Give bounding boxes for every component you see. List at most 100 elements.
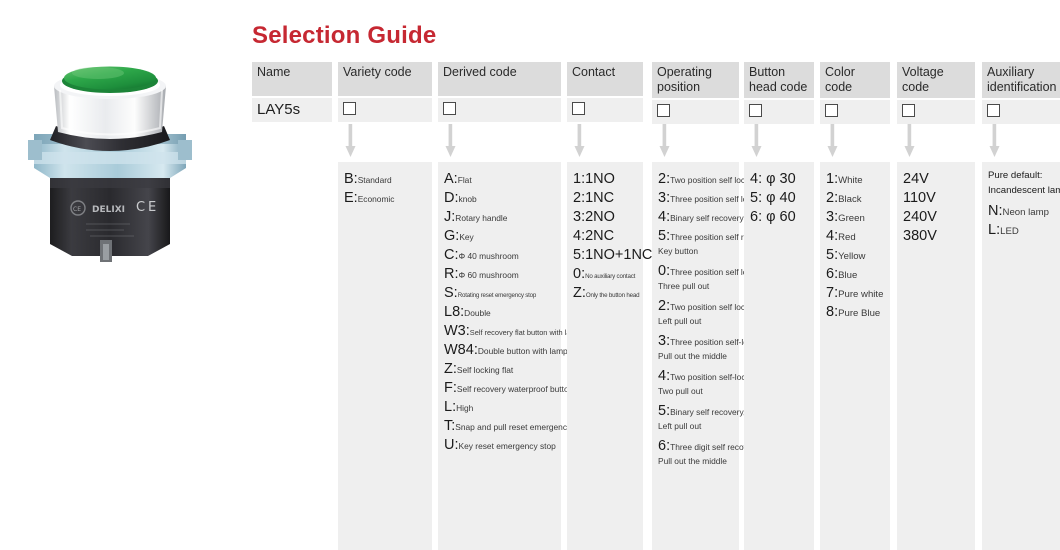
entry-contact-6: Z:Only the button head bbox=[573, 284, 640, 302]
entry-voltage_code-3: 380V bbox=[903, 227, 970, 245]
entry-code: 4: φ 30 bbox=[750, 171, 796, 187]
entry-code: 4:2NC bbox=[573, 228, 615, 244]
entry-contact-2: 3:2NO bbox=[573, 208, 638, 226]
entry-code: 2 bbox=[826, 190, 835, 206]
entry-code: 240V bbox=[903, 209, 937, 225]
entry-derived_code-12: L:High bbox=[444, 398, 556, 416]
selection-guide-table: Name LAY5s Variety code B:Standard E:Economi… bbox=[252, 62, 1060, 550]
column-button_head_code: Button head code 4: φ 30 5: φ 40 6: φ 60 bbox=[744, 62, 814, 550]
column-variety_code: Variety code B:Standard E:Economic bbox=[338, 62, 432, 550]
entry-operating_position-1: 3:Three position self lock bbox=[658, 189, 756, 207]
entry-code: 110V bbox=[903, 190, 936, 206]
entry-code: 4 bbox=[658, 368, 667, 384]
column-color_code: Color code 1:White 2:Black 3:Green 4:Red 5:Ye… bbox=[820, 62, 890, 550]
entry-auxiliary_identification-3: L:LED bbox=[988, 221, 1055, 239]
checkbox-cell-auxiliary_identification[interactable] bbox=[982, 100, 1060, 124]
entry-description: Double button with lamp bbox=[477, 346, 568, 356]
entry-derived_code-0: A:Flat bbox=[444, 170, 556, 188]
svg-text:C: C bbox=[136, 200, 145, 215]
checkbox-auxiliary_identification[interactable] bbox=[987, 104, 1000, 117]
entry-button_head_code-1: 5: φ 40 bbox=[750, 189, 809, 207]
entry-color_code-7: 8:Pure Blue bbox=[826, 303, 885, 321]
entry-description: White bbox=[838, 175, 863, 186]
entry-code: 380V bbox=[903, 228, 937, 244]
entry-auxiliary_identification-2: N:Neon lamp bbox=[988, 202, 1055, 220]
entry-description: Three position self lock bbox=[670, 267, 756, 277]
entry-operating_position-16: Pull out the middle bbox=[658, 456, 727, 466]
column-body-derived_code: A:Flat D:knob J:Rotary handle G:Key C:Φ 40 m… bbox=[438, 162, 589, 550]
entry-derived_code-5: R:Φ 60 mushroom bbox=[444, 265, 556, 283]
entry-code: 4 bbox=[658, 209, 667, 225]
column-header-button_head_code: Button head code bbox=[744, 62, 814, 98]
checkbox-cell-voltage_code[interactable] bbox=[897, 100, 975, 124]
entry-button_head_code-2: 6: φ 60 bbox=[750, 208, 809, 226]
entry-code: Z bbox=[573, 285, 582, 301]
entry-operating_position-8: Left pull out bbox=[658, 316, 702, 326]
entry-derived_code-6: S:Rotating reset emergency stop bbox=[444, 284, 556, 302]
entry-description: Rotary handle bbox=[455, 213, 508, 223]
checkbox-cell-button_head_code[interactable] bbox=[744, 100, 814, 124]
entry-code: E bbox=[344, 190, 354, 206]
entry-description: Standard bbox=[357, 175, 392, 185]
entry-code: C bbox=[444, 247, 455, 263]
entry-derived_code-11: F:Self recovery waterproof button bbox=[444, 379, 573, 397]
column-body-auxiliary_identification: Pure default: Incandescent lamp N:Neon lam… bbox=[982, 162, 1060, 550]
column-name: Name LAY5s bbox=[252, 62, 332, 122]
checkbox-button_head_code[interactable] bbox=[749, 104, 762, 117]
entry-description: Φ 60 mushroom bbox=[458, 270, 519, 280]
entry-code: 6: φ 60 bbox=[750, 209, 796, 225]
entry-operating_position-0: 2:Two position self lock bbox=[658, 170, 749, 188]
column-derived_code: Derived code A:Flat D:knob J:Rotary handle G… bbox=[438, 62, 589, 550]
svg-text:CE: CE bbox=[73, 206, 81, 213]
column-body-color_code: 1:White 2:Black 3:Green 4:Red 5:Yellow 6:Blue… bbox=[820, 162, 890, 550]
entry-code: A bbox=[444, 171, 454, 187]
entry-derived_code-10: Z:Self locking flat bbox=[444, 360, 556, 378]
entry-description: Key bbox=[459, 232, 474, 242]
entry-code: L bbox=[988, 222, 997, 238]
down-arrow-icon-operating_position bbox=[659, 124, 670, 158]
column-auxiliary_identification: Auxiliary identification Pure default: Inc… bbox=[982, 62, 1060, 550]
entry-description: knob bbox=[458, 194, 477, 204]
entry-derived_code-1: D:knob bbox=[444, 189, 556, 207]
checkbox-cell-contact[interactable] bbox=[567, 98, 643, 122]
svg-text:DELIXI: DELIXI bbox=[92, 205, 125, 215]
entry-description: Pure white bbox=[838, 289, 884, 300]
checkbox-variety_code[interactable] bbox=[343, 102, 356, 115]
checkbox-derived_code[interactable] bbox=[443, 102, 456, 115]
entry-code: 2 bbox=[658, 298, 667, 314]
entry-code: 3 bbox=[826, 209, 835, 225]
entry-operating_position-2: 4:Binary self recovery bbox=[658, 208, 744, 226]
entry-code: 1 bbox=[826, 171, 835, 187]
selection-guide-page: CE DELIXI C E Selection Guide Name LAY5s… bbox=[0, 0, 1060, 550]
entry-code: L bbox=[444, 399, 453, 415]
entry-description: Two position self lock bbox=[670, 175, 750, 185]
entry-contact-0: 1:1NO bbox=[573, 170, 638, 188]
entry-description: Economic bbox=[357, 194, 395, 204]
entry-description: Binary self recovery bbox=[670, 213, 744, 223]
entry-description: Key reset emergency stop bbox=[458, 441, 556, 451]
checkbox-cell-color_code[interactable] bbox=[820, 100, 890, 124]
entry-code: Z bbox=[444, 361, 453, 377]
checkbox-cell-operating_position[interactable] bbox=[652, 100, 739, 124]
entry-color_code-2: 3:Green bbox=[826, 208, 885, 226]
entry-auxiliary_identification-1: Incandescent lamp bbox=[988, 185, 1060, 196]
entry-color_code-3: 4:Red bbox=[826, 227, 885, 245]
checkbox-operating_position[interactable] bbox=[657, 104, 670, 117]
checkbox-color_code[interactable] bbox=[825, 104, 838, 117]
down-arrow-icon-variety_code bbox=[345, 124, 356, 158]
entry-operating_position-4: Key button bbox=[658, 246, 699, 256]
checkbox-cell-derived_code[interactable] bbox=[438, 98, 561, 122]
entry-code: 1:1NO bbox=[573, 171, 615, 187]
entry-code: 3 bbox=[658, 333, 667, 349]
column-operating_position: Operating position 2:Two position self lo… bbox=[652, 62, 773, 550]
checkbox-cell-variety_code[interactable] bbox=[338, 98, 432, 122]
checkbox-voltage_code[interactable] bbox=[902, 104, 915, 117]
down-arrow-icon-auxiliary_identification bbox=[989, 124, 1000, 158]
entry-description: High bbox=[456, 403, 474, 413]
entry-description: Yellow bbox=[838, 251, 866, 262]
entry-description: Red bbox=[838, 232, 856, 243]
checkbox-contact[interactable] bbox=[572, 102, 585, 115]
entry-code: 2 bbox=[658, 171, 667, 187]
entry-operating_position-3: 5:Three position self recovery bbox=[658, 227, 773, 245]
entry-code: 5: φ 40 bbox=[750, 190, 796, 206]
